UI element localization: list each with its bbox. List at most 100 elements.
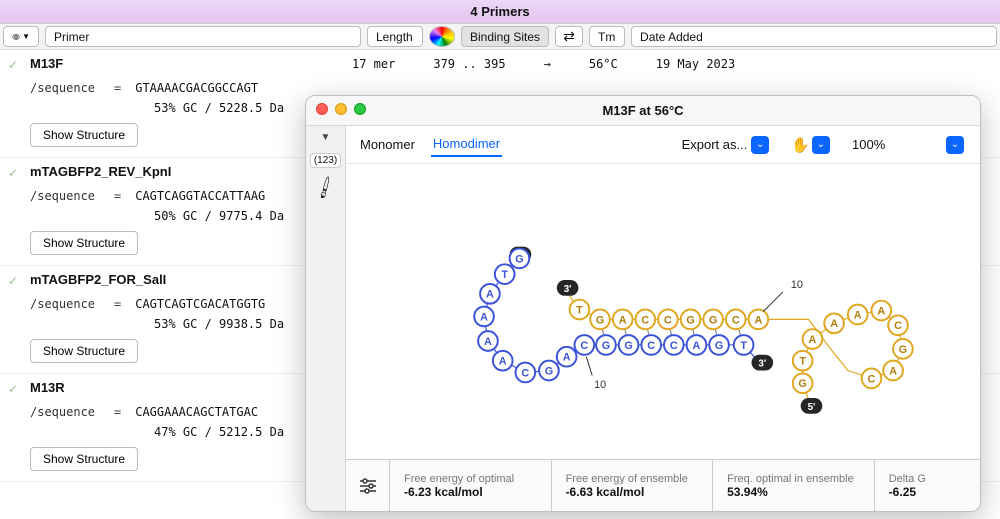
primer-name: M13R (30, 380, 348, 395)
svg-text:T: T (740, 340, 747, 352)
chevron-down-icon: ⌄ (751, 136, 769, 154)
svg-text:3': 3' (758, 359, 766, 370)
export-dropdown[interactable]: Export as... ⌄ (678, 134, 774, 156)
panel-title: M13F at 56°C (602, 103, 683, 118)
check-icon: ✓ (8, 58, 18, 72)
color-picker-icon[interactable] (429, 26, 455, 47)
primer-date: 19 May 2023 (656, 57, 735, 71)
visibility-toggle[interactable]: ▼ (3, 26, 39, 47)
svg-text:C: C (868, 373, 876, 385)
zoom-level: 100% (852, 137, 942, 152)
svg-text:C: C (641, 314, 649, 326)
show-structure-button[interactable]: Show Structure (30, 339, 138, 363)
primer-name: mTAGBFP2_FOR_SalI (30, 272, 348, 287)
check-icon: ✓ (8, 166, 18, 180)
col-binding-sites[interactable]: Binding Sites (461, 26, 549, 47)
sequence-key: /sequence (30, 189, 100, 203)
position-label: 10 (791, 279, 803, 291)
col-tm[interactable]: Tm (589, 26, 625, 47)
equals: = (114, 297, 121, 311)
svg-text:C: C (670, 340, 678, 352)
svg-text:A: A (854, 309, 862, 321)
pan-hand-icon[interactable]: ✋ (791, 136, 810, 154)
svg-text:G: G (602, 340, 610, 352)
show-structure-button[interactable]: Show Structure (30, 231, 138, 255)
svg-text:G: G (686, 314, 694, 326)
show-structure-button[interactable]: Show Structure (30, 447, 138, 471)
equals: = (114, 189, 121, 203)
svg-text:3': 3' (564, 284, 572, 295)
stat-value: -6.23 kcal/mol (404, 485, 537, 499)
stat-label: Delta G (889, 473, 966, 485)
svg-text:A: A (830, 318, 838, 330)
show-structure-button[interactable]: Show Structure (30, 123, 138, 147)
stat-label: Free energy of optimal (404, 473, 537, 485)
zoom-dropdown[interactable]: 100% ⌄ (848, 134, 968, 156)
svg-text:A: A (877, 305, 885, 317)
structure-panel: M13F at 56°C ▼ (123) 🖌 Monomer Homodimer… (305, 95, 981, 512)
check-icon: ✓ (8, 382, 18, 396)
minimize-icon[interactable] (335, 103, 347, 115)
column-header-row: ▼ Primer Length Binding Sites ⇄ Tm Date … (0, 24, 1000, 50)
structure-count[interactable]: (123) (310, 153, 341, 168)
sequence-value: CAGTCAGGTACCATTAAG (135, 189, 265, 203)
equals: = (114, 81, 121, 95)
primer-length: 17 mer (352, 57, 395, 71)
svg-text:C: C (521, 367, 529, 379)
panel-toolbar: Monomer Homodimer Export as... ⌄ ✋ ⌄ 100… (346, 126, 980, 164)
panel-title-bar[interactable]: M13F at 56°C (306, 96, 980, 126)
svg-text:A: A (486, 289, 494, 301)
svg-text:T: T (576, 304, 583, 316)
sequence-value: GTAAAACGACGGCCAGT (135, 81, 258, 95)
stat-label: Free energy of ensemble (566, 473, 699, 485)
structure-canvas[interactable]: 5' 3' 3' 5' G T A A A A C G A C G G (346, 164, 980, 459)
svg-text:G: G (515, 253, 523, 265)
tab-homodimer[interactable]: Homodimer (431, 132, 502, 157)
svg-text:T: T (501, 269, 508, 281)
svg-text:C: C (647, 340, 655, 352)
svg-text:G: G (709, 314, 717, 326)
swap-direction-icon[interactable]: ⇄ (555, 26, 583, 47)
svg-text:A: A (809, 334, 817, 346)
svg-text:A: A (484, 336, 492, 348)
col-primer[interactable]: Primer (45, 26, 361, 47)
primer-binding: 379 .. 395 (433, 57, 505, 71)
svg-text:A: A (563, 352, 571, 364)
svg-text:C: C (580, 340, 588, 352)
sequence-key: /sequence (30, 405, 100, 419)
primer-tm: 56°C (589, 57, 618, 71)
svg-text:A: A (889, 365, 897, 377)
settings-sliders-icon[interactable] (346, 460, 390, 511)
chevron-down-icon[interactable]: ⌄ (812, 136, 830, 154)
svg-text:G: G (624, 340, 632, 352)
svg-text:5': 5' (808, 402, 816, 413)
sequence-key: /sequence (30, 297, 100, 311)
primer-name: mTAGBFP2_REV_KpnI (30, 164, 348, 179)
svg-text:T: T (799, 356, 806, 368)
svg-text:A: A (754, 314, 762, 326)
export-label: Export as... (682, 137, 748, 152)
stat-value: -6.25 (889, 485, 966, 499)
svg-text:G: G (545, 365, 553, 377)
panel-sidebar: ▼ (123) 🖌 (306, 126, 346, 511)
stat-label: Freq. optimal in ensemble (727, 473, 860, 485)
svg-text:C: C (732, 314, 740, 326)
svg-text:C: C (894, 320, 902, 332)
stats-footer: Free energy of optimal -6.23 kcal/mol Fr… (346, 459, 980, 511)
col-date[interactable]: Date Added (631, 26, 997, 47)
window-controls[interactable] (316, 103, 366, 115)
svg-text:A: A (619, 314, 627, 326)
close-icon[interactable] (316, 103, 328, 115)
brush-icon[interactable]: 🖌 (312, 174, 340, 201)
svg-text:A: A (480, 311, 488, 323)
svg-text:A: A (693, 340, 701, 352)
col-length[interactable]: Length (367, 26, 423, 47)
svg-text:G: G (596, 314, 604, 326)
check-icon: ✓ (8, 274, 18, 288)
maximize-icon[interactable] (354, 103, 366, 115)
tab-monomer[interactable]: Monomer (358, 133, 417, 156)
collapse-icon[interactable]: ▼ (321, 132, 331, 143)
window-title: 4 Primers (0, 0, 1000, 24)
svg-text:G: G (715, 340, 723, 352)
svg-text:G: G (899, 344, 907, 356)
